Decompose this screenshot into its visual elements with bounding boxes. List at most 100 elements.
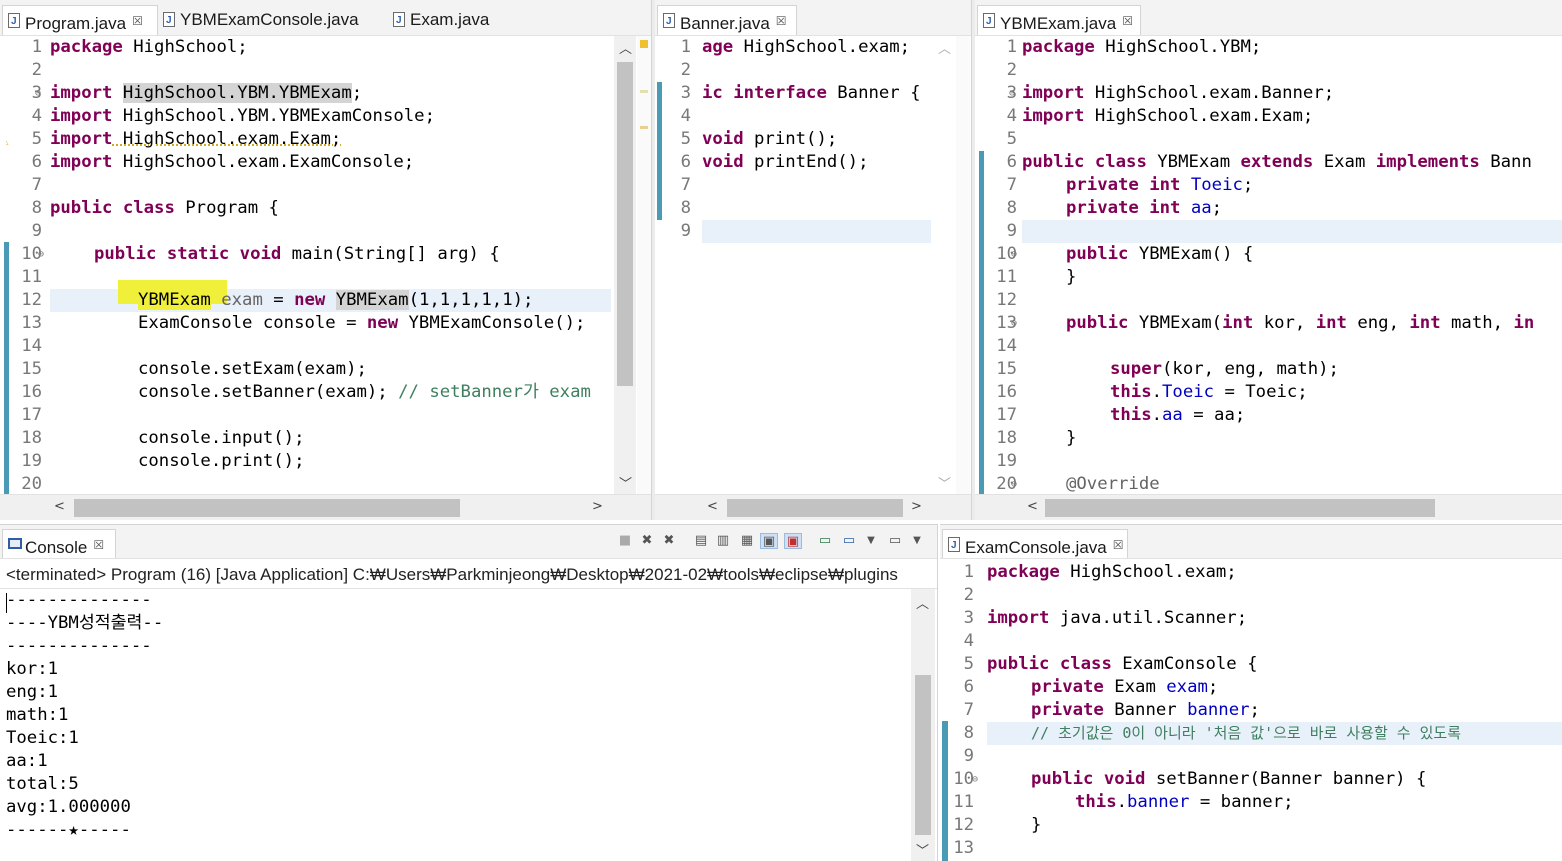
code-operator: = (262, 290, 295, 310)
show-on-output-icon[interactable]: ▣ (760, 533, 778, 549)
console-output[interactable]: -------------- ----YBM성적출력-- -----------… (0, 589, 909, 861)
tab-console[interactable]: Console ☒ (2, 529, 116, 558)
tab-examconsole-java[interactable]: ExamConsole.java ☒ (942, 529, 1128, 558)
code-rest: printEnd(); (743, 152, 869, 172)
fold-toggle-icon[interactable]: ⊖ (35, 82, 41, 105)
code-text: ic interface Banner { (702, 82, 921, 105)
code-rest: Exam (1103, 677, 1167, 697)
code-text: import HighSchool.YBM.YBMExamConsole; (50, 105, 435, 128)
pane-splitter[interactable] (972, 0, 975, 520)
terminate-icon[interactable]: ■ (616, 533, 634, 549)
code-keyword: age (702, 37, 734, 57)
code-text: age HighSchool.exam; (702, 36, 910, 59)
fold-toggle-icon[interactable]: ⊖ (1009, 82, 1015, 105)
code-text: void printEnd(); (702, 151, 868, 174)
banner-editor-pane: Banner.java ☒ 1 age HighSchool.exam; 2 3 ic… (655, 0, 972, 520)
scrollbar-thumb[interactable] (617, 62, 633, 386)
console-output-line: ------★----- (6, 820, 131, 840)
code-text: this.banner = banner; (1075, 791, 1294, 814)
line-number: 16 (996, 382, 1017, 402)
close-tab-icon[interactable]: ☒ (1113, 538, 1124, 552)
tab-ybmexam-java[interactable]: YBMExam.java ☒ (977, 5, 1141, 35)
scroll-left-icon[interactable]: < (1027, 499, 1038, 514)
code-comment: // setBanner가 exam (398, 382, 591, 402)
fold-toggle-icon[interactable]: ⊖ (1011, 243, 1017, 266)
program-code-area[interactable]: 1 package HighSchool; 2 3 ⊖ import HighScho… (6, 36, 611, 494)
display-console-dropdown-icon[interactable]: ▼ (862, 533, 880, 549)
banner-vertical-scrollbar[interactable]: ︿ ﹀ (933, 36, 955, 494)
display-console-icon[interactable]: ▭ (840, 533, 858, 549)
line-number: 5 (680, 129, 691, 149)
code-rest: YBMExam() { (1128, 244, 1254, 264)
scroll-left-icon[interactable]: < (54, 499, 65, 514)
tab-program-java[interactable]: Program.java ☒ (2, 5, 158, 35)
java-file-icon (163, 6, 175, 35)
line-number: 5 (963, 654, 974, 674)
pane-splitter[interactable] (652, 0, 655, 520)
scroll-right-icon[interactable]: > (592, 499, 603, 514)
remove-launch-icon[interactable]: ✖ (638, 533, 656, 549)
scrollbar-thumb[interactable] (915, 675, 931, 835)
code-text: package HighSchool; (50, 36, 248, 59)
pin-console-icon[interactable]: ▦ (738, 533, 756, 549)
tab-label: Exam.java (410, 10, 490, 29)
scroll-up-icon[interactable]: ︿ (938, 38, 951, 57)
program-horizontal-scrollbar[interactable]: < > (0, 494, 651, 520)
code-text: private int Toeic; (1066, 174, 1253, 197)
word-wrap-icon[interactable]: ▥ (714, 533, 732, 549)
tab-exam-java[interactable]: Exam.java (388, 5, 508, 35)
code-text: public void setBanner(Banner banner) { (1031, 768, 1426, 791)
banner-horizontal-scrollbar[interactable]: < > (655, 494, 971, 520)
scroll-lock-icon[interactable]: ▤ (692, 533, 710, 549)
line-number: 8 (963, 723, 974, 743)
scrollbar-thumb[interactable] (1045, 499, 1435, 517)
show-on-error-icon[interactable]: ▣ (784, 533, 802, 549)
fold-toggle-icon[interactable]: ⊖ (1011, 312, 1017, 335)
code-rest: ExamConsole { (1111, 654, 1258, 674)
code-rest: } (1066, 428, 1077, 448)
close-tab-icon[interactable]: ☒ (776, 14, 787, 28)
line-number: 15 (21, 359, 42, 379)
scrollbar-thumb[interactable] (74, 499, 460, 517)
code-keyword: void (702, 152, 744, 172)
code-annotation: @Override (1066, 474, 1160, 494)
fold-toggle-icon[interactable]: ⊖ (1011, 473, 1017, 494)
occurrence-marker[interactable] (640, 126, 648, 129)
close-tab-icon[interactable]: ☒ (132, 14, 143, 28)
tab-label: Program.java (25, 14, 127, 33)
scroll-up-icon[interactable]: ︿ (619, 38, 632, 57)
fold-toggle-icon[interactable]: ⊖ (38, 243, 44, 266)
line-number: 20 (21, 474, 42, 494)
code-rest: } (1031, 815, 1042, 835)
scroll-right-icon[interactable]: > (911, 499, 922, 514)
line-number: 18 (21, 428, 42, 448)
warning-marker[interactable] (640, 40, 648, 48)
code-keyword: package (987, 562, 1060, 582)
tab-banner-java[interactable]: Banner.java ☒ (657, 5, 797, 35)
occurrence-marker[interactable] (640, 90, 648, 93)
close-tab-icon[interactable]: ☒ (93, 538, 104, 552)
new-console-dropdown-icon[interactable]: ▼ (908, 533, 926, 549)
examconsole-editor-pane: ExamConsole.java ☒ 1 package HighSchool.ex… (940, 524, 1562, 861)
ybmexam-horizontal-scrollbar[interactable]: < (975, 494, 1562, 520)
fold-toggle-icon[interactable]: ⊖ (972, 768, 978, 791)
program-editor-pane: Program.java ☒ YBMExamConsole.java Exam.j… (0, 0, 652, 520)
banner-code-area[interactable]: 1 age HighSchool.exam; 2 3 ic interface Ba… (655, 36, 931, 494)
scroll-left-icon[interactable]: < (707, 499, 718, 514)
scroll-up-icon[interactable]: ︿ (916, 593, 929, 612)
ybmexam-code-area[interactable]: 1 package HighSchool.YBM; 2 3 ⊖ import High… (981, 36, 1562, 494)
scrollbar-thumb[interactable] (727, 499, 903, 517)
java-file-icon (8, 7, 20, 35)
examconsole-code-area[interactable]: 1 package HighSchool.exam; 2 3 import java… (948, 559, 1562, 861)
scroll-down-icon[interactable]: ﹀ (619, 473, 632, 492)
open-console-icon[interactable]: ▭ (816, 533, 834, 549)
scroll-down-icon[interactable]: ﹀ (916, 840, 929, 859)
line-number: 11 (21, 267, 42, 287)
tab-ybmexamconsole-java[interactable]: YBMExamConsole.java (158, 5, 384, 35)
remove-all-icon[interactable]: ✖ (660, 533, 678, 549)
new-console-icon[interactable]: ▭ (886, 533, 904, 549)
program-vertical-scrollbar[interactable]: ︿ ﹀ (614, 36, 636, 494)
close-tab-icon[interactable]: ☒ (1122, 14, 1133, 28)
scroll-down-icon[interactable]: ﹀ (938, 473, 951, 492)
console-vertical-scrollbar[interactable]: ︿ ﹀ (911, 589, 935, 861)
